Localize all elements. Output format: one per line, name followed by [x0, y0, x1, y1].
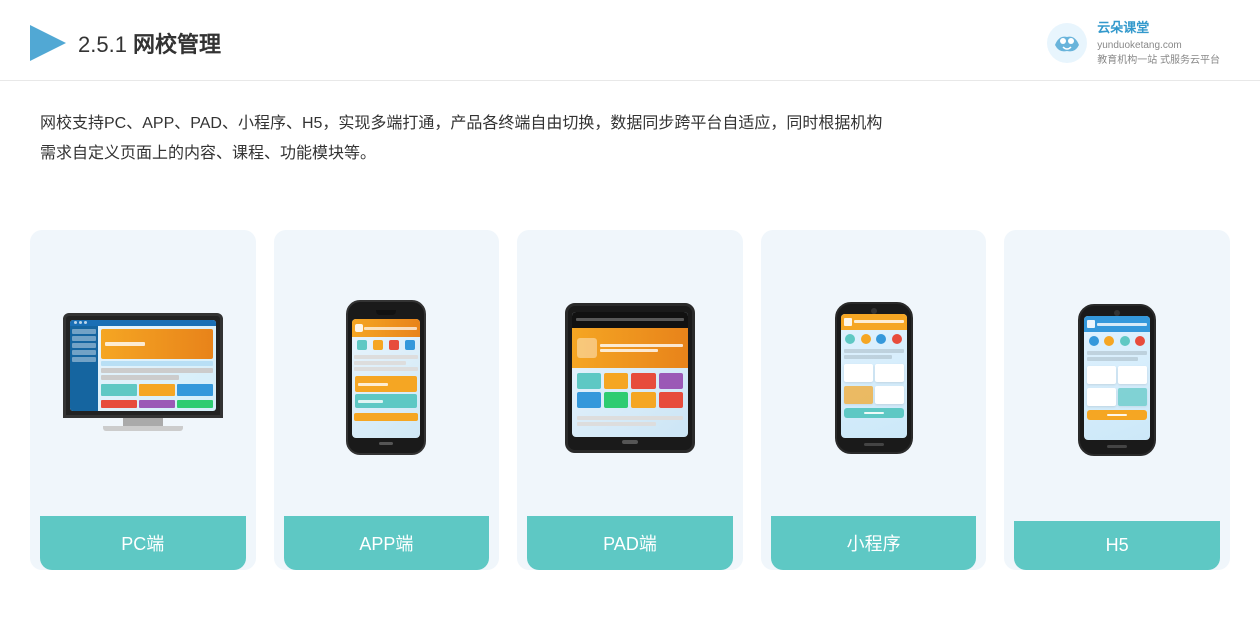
app-phone-mockup — [346, 300, 426, 455]
brand-logo: 云朵课堂 yunduoketang.com 教育机构一站 式服务云平台 — [1045, 18, 1220, 68]
card-app-label: APP端 — [284, 516, 490, 570]
card-pad-label: PAD端 — [527, 516, 733, 570]
description-line2: 需求自定义页面上的内容、课程、功能模块等。 — [40, 139, 1220, 169]
brand-icon — [1045, 21, 1089, 65]
h5-image-area — [1014, 250, 1220, 511]
cards-section: PC端 — [0, 179, 1260, 630]
logo-arrow-icon — [30, 25, 66, 61]
card-app: APP端 — [274, 230, 500, 570]
card-pc-label: PC端 — [40, 516, 246, 570]
miniprogram-image-area — [771, 250, 977, 506]
miniprogram-phone-mockup — [835, 302, 913, 454]
page: 2.5.1 网校管理 云朵课堂 yunduoketang.com 教育机构一站 … — [0, 0, 1260, 630]
card-h5: H5 — [1004, 230, 1230, 570]
header: 2.5.1 网校管理 云朵课堂 yunduoketang.com 教育机构一站 … — [0, 0, 1260, 81]
card-pad: PAD端 — [517, 230, 743, 570]
page-title: 2.5.1 网校管理 — [78, 27, 221, 59]
header-left: 2.5.1 网校管理 — [30, 25, 221, 61]
brand-text: 云朵课堂 yunduoketang.com 教育机构一站 式服务云平台 — [1097, 18, 1220, 68]
card-miniprogram: 小程序 — [761, 230, 987, 570]
pc-image-area — [40, 250, 246, 506]
description-line1: 网校支持PC、APP、PAD、小程序、H5，实现多端打通，产品各终端自由切换，数… — [40, 109, 1220, 139]
description: 网校支持PC、APP、PAD、小程序、H5，实现多端打通，产品各终端自由切换，数… — [0, 81, 1260, 180]
pc-mockup — [63, 313, 223, 443]
card-pc: PC端 — [30, 230, 256, 570]
h5-phone-mockup — [1078, 304, 1156, 456]
pad-mockup — [565, 303, 695, 453]
pad-image-area — [527, 250, 733, 506]
card-miniprogram-label: 小程序 — [771, 516, 977, 570]
app-image-area — [284, 250, 490, 506]
card-h5-label: H5 — [1014, 521, 1220, 570]
